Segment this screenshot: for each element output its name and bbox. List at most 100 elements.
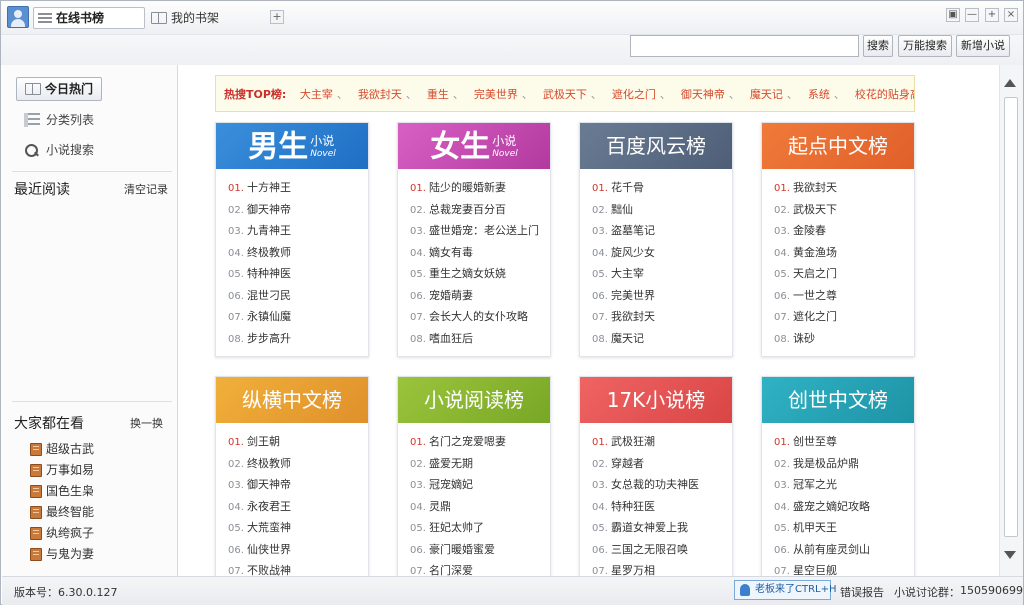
- list-item[interactable]: 01. 十方神王: [228, 177, 368, 199]
- card-header[interactable]: 百度风云榜: [580, 123, 732, 169]
- list-item[interactable]: 05. 机甲天王: [774, 517, 914, 539]
- hot-search-item[interactable]: 御天神帝: [681, 88, 725, 101]
- list-item[interactable]: 01. 剑王朝: [228, 431, 368, 453]
- list-item[interactable]: 07. 星罗万相: [592, 560, 732, 576]
- popular-item[interactable]: 与鬼为妻: [30, 544, 94, 564]
- scrollbar[interactable]: [999, 65, 1023, 576]
- list-item[interactable]: 08. 步步高升: [228, 328, 368, 350]
- tab-online-rankings[interactable]: 在线书榜: [33, 7, 145, 29]
- list-item[interactable]: 07. 不败战神: [228, 560, 368, 576]
- error-report-link[interactable]: 错误报告: [840, 584, 884, 600]
- list-item[interactable]: 06. 宠婚萌妻: [410, 285, 550, 307]
- list-item[interactable]: 07. 遮化之门: [774, 306, 914, 328]
- list-item[interactable]: 04. 永夜君王: [228, 496, 368, 518]
- list-item[interactable]: 03. 冠军之光: [774, 474, 914, 496]
- boss-key-button[interactable]: 老板来了CTRL+H: [734, 580, 837, 600]
- list-item[interactable]: 08. 诛砂: [774, 328, 914, 350]
- hot-search-item[interactable]: 重生: [427, 88, 449, 101]
- list-item[interactable]: 03. 金陵春: [774, 220, 914, 242]
- list-item[interactable]: 05. 霸道女神爱上我: [592, 517, 732, 539]
- list-item[interactable]: 03. 女总裁的功夫神医: [592, 474, 732, 496]
- list-item[interactable]: 05. 大主宰: [592, 263, 732, 285]
- list-item[interactable]: 04. 灵鼎: [410, 496, 550, 518]
- list-item[interactable]: 02. 武极天下: [774, 199, 914, 221]
- card-header[interactable]: 男生 小说 Novel: [216, 123, 368, 169]
- list-item[interactable]: 04. 黄金渔场: [774, 242, 914, 264]
- novel-search-link[interactable]: 小说搜索: [24, 141, 94, 159]
- card-header[interactable]: 纵横中文榜: [216, 377, 368, 423]
- list-item[interactable]: 07. 星空巨舰: [774, 560, 914, 576]
- list-item[interactable]: 03. 冠宠嫡妃: [410, 474, 550, 496]
- tab-my-bookshelf[interactable]: 我的书架: [151, 7, 261, 29]
- list-item[interactable]: 07. 名门深爱: [410, 560, 550, 576]
- card-header[interactable]: 17K小说榜: [580, 377, 732, 423]
- card-header[interactable]: 起点中文榜: [762, 123, 914, 169]
- card-header[interactable]: 创世中文榜: [762, 377, 914, 423]
- universal-search-button[interactable]: 万能搜索: [898, 35, 952, 57]
- popular-item[interactable]: 超级古武: [30, 439, 94, 459]
- list-item[interactable]: 05. 大荒蛮神: [228, 517, 368, 539]
- list-item[interactable]: 06. 从前有座灵剑山: [774, 539, 914, 561]
- list-item[interactable]: 06. 完美世界: [592, 285, 732, 307]
- list-item[interactable]: 06. 豪门暖婚蜜爱: [410, 539, 550, 561]
- list-item[interactable]: 02. 我是极品炉鼎: [774, 453, 914, 475]
- list-item[interactable]: 04. 终极教师: [228, 242, 368, 264]
- new-novel-button[interactable]: 新增小说: [956, 35, 1010, 57]
- refresh-link[interactable]: 换一换: [130, 415, 163, 431]
- list-item[interactable]: 07. 会长大人的女仆攻略: [410, 306, 550, 328]
- list-item[interactable]: 02. 终极教师: [228, 453, 368, 475]
- list-item[interactable]: 03. 九青神王: [228, 220, 368, 242]
- scroll-thumb[interactable]: [1004, 97, 1018, 537]
- list-item[interactable]: 01. 名门之宠爱嗯妻: [410, 431, 550, 453]
- list-item[interactable]: 01. 陆少的暖婚新妻: [410, 177, 550, 199]
- avatar[interactable]: [7, 6, 29, 28]
- list-item[interactable]: 07. 我欲封天: [592, 306, 732, 328]
- hot-search-item[interactable]: 我欲封天: [358, 88, 402, 101]
- maximize-button[interactable]: +: [985, 8, 999, 22]
- popular-item[interactable]: 万事如易: [30, 460, 94, 480]
- list-item[interactable]: 01. 花千骨: [592, 177, 732, 199]
- list-item[interactable]: 02. 御天神帝: [228, 199, 368, 221]
- category-list-link[interactable]: 分类列表: [24, 111, 94, 129]
- list-item[interactable]: 05. 狂妃太帅了: [410, 517, 550, 539]
- list-item[interactable]: 06. 混世刁民: [228, 285, 368, 307]
- list-item[interactable]: 01. 创世至尊: [774, 431, 914, 453]
- hot-search-item[interactable]: 遮化之门: [612, 88, 656, 101]
- list-item[interactable]: 04. 盛宠之嫡妃攻略: [774, 496, 914, 518]
- popular-item[interactable]: 国色生枭: [30, 481, 94, 501]
- scroll-down-arrow-icon[interactable]: [1004, 551, 1016, 559]
- list-item[interactable]: 01. 我欲封天: [774, 177, 914, 199]
- hot-search-item[interactable]: 魔天记: [750, 88, 783, 101]
- list-item[interactable]: 03. 御天神帝: [228, 474, 368, 496]
- hot-search-item[interactable]: 大主宰: [300, 88, 333, 101]
- list-item[interactable]: 04. 特种狂医: [592, 496, 732, 518]
- search-button[interactable]: 搜索: [863, 35, 893, 57]
- list-item[interactable]: 02. 总裁宠妻百分百: [410, 199, 550, 221]
- skin-button[interactable]: ▣: [946, 8, 960, 22]
- list-item[interactable]: 03. 盗墓笔记: [592, 220, 732, 242]
- hot-search-item[interactable]: 系统: [808, 88, 830, 101]
- popular-item[interactable]: 纨绔疯子: [30, 523, 94, 543]
- close-button[interactable]: ×: [1004, 8, 1018, 22]
- list-item[interactable]: 06. 仙侠世界: [228, 539, 368, 561]
- search-input[interactable]: [630, 35, 859, 57]
- list-item[interactable]: 04. 嫡女有毒: [410, 242, 550, 264]
- popular-item[interactable]: 最终智能: [30, 502, 94, 522]
- list-item[interactable]: 04. 旋风少女: [592, 242, 732, 264]
- today-hot-button[interactable]: 今日热门: [16, 77, 102, 101]
- list-item[interactable]: 08. 嗜血狂后: [410, 328, 550, 350]
- minimize-button[interactable]: —: [965, 8, 979, 22]
- list-item[interactable]: 08. 魔天记: [592, 328, 732, 350]
- list-item[interactable]: 06. 三国之无限召唤: [592, 539, 732, 561]
- list-item[interactable]: 02. 盛爱无期: [410, 453, 550, 475]
- hot-search-item[interactable]: 完美世界: [474, 88, 518, 101]
- list-item[interactable]: 05. 天启之门: [774, 263, 914, 285]
- add-tab-button[interactable]: +: [270, 10, 284, 24]
- scroll-up-arrow-icon[interactable]: [1004, 79, 1016, 87]
- list-item[interactable]: 06. 一世之尊: [774, 285, 914, 307]
- list-item[interactable]: 05. 重生之嫡女妖娆: [410, 263, 550, 285]
- list-item[interactable]: 03. 盛世婚宠：老公送上门: [410, 220, 550, 242]
- list-item[interactable]: 02. 黜仙: [592, 199, 732, 221]
- list-item[interactable]: 07. 永镇仙魔: [228, 306, 368, 328]
- list-item[interactable]: 05. 特种神医: [228, 263, 368, 285]
